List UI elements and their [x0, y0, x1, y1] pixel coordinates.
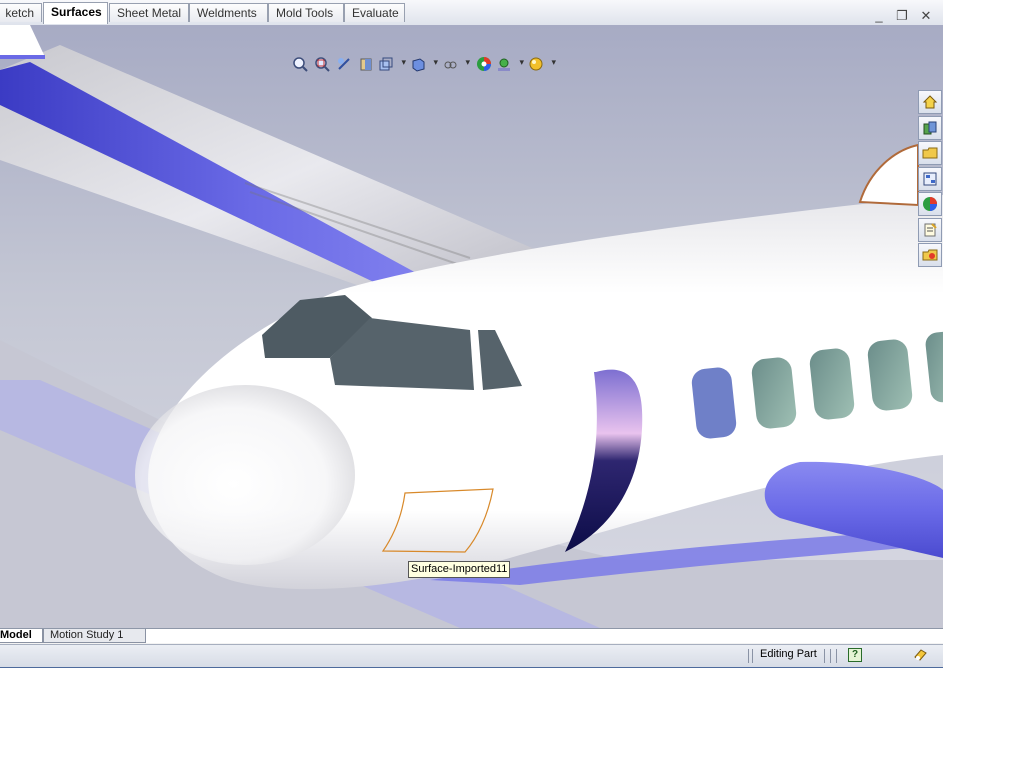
graphics-area[interactable]: Surface-Imported11 [0, 25, 943, 628]
tab-evaluate[interactable]: Evaluate [344, 3, 405, 22]
status-editing-part: Editing Part [760, 648, 817, 660]
command-manager-tabs: ketch Surfaces Sheet Metal Weldments Mol… [0, 0, 943, 26]
solidworks-window: ketch Surfaces Sheet Metal Weldments Mol… [0, 0, 943, 668]
status-separator [830, 649, 831, 663]
tab-mold-tools[interactable]: Mold Tools [268, 3, 344, 22]
file-explorer-icon[interactable] [918, 141, 942, 165]
apply-scene-icon[interactable] [496, 54, 526, 74]
status-bar: Editing Part ? [0, 644, 943, 668]
previous-view-icon[interactable] [334, 54, 354, 74]
close-button[interactable]: ✕ [917, 8, 935, 24]
zoom-to-fit-icon[interactable] [290, 54, 310, 74]
zoom-to-area-icon[interactable] [312, 54, 332, 74]
status-separator [836, 649, 837, 663]
edit-appearance-icon[interactable] [474, 54, 494, 74]
restore-button[interactable]: ❐ [893, 8, 911, 24]
appearances-scenes-icon[interactable] [918, 192, 942, 216]
view-palette-icon[interactable] [918, 166, 942, 191]
tab-weldments[interactable]: Weldments [189, 3, 268, 22]
model-motion-tabs: Model Motion Study 1 [0, 628, 943, 644]
tab-surfaces[interactable]: Surfaces [43, 2, 108, 24]
display-style-icon[interactable] [410, 54, 440, 74]
tab-motion-study-1[interactable]: Motion Study 1 [43, 629, 146, 643]
status-separator [752, 649, 753, 663]
tab-sheet-metal[interactable]: Sheet Metal [109, 3, 189, 22]
view-orientation-icon[interactable] [378, 54, 408, 74]
design-library-icon[interactable] [918, 115, 942, 140]
minimize-button[interactable]: _ [870, 8, 888, 24]
tab-sketch[interactable]: ketch [0, 3, 42, 22]
rebuild-icon[interactable] [912, 647, 928, 663]
solidworks-resources-icon[interactable] [918, 90, 942, 114]
view-settings-icon[interactable] [528, 54, 558, 74]
heads-up-view-toolbar [290, 53, 558, 75]
custom-properties-icon[interactable] [918, 217, 942, 242]
entity-tooltip: Surface-Imported11 [408, 561, 511, 578]
help-icon[interactable]: ? [848, 648, 862, 662]
tab-model[interactable]: Model [0, 629, 43, 643]
section-view-icon[interactable] [356, 54, 376, 74]
solidworks-forum-icon[interactable] [918, 243, 942, 267]
task-pane-tabs [918, 90, 942, 269]
airplane-model [0, 25, 943, 628]
hide-show-items-icon[interactable] [442, 54, 472, 74]
status-separator [824, 649, 825, 663]
status-separator [748, 649, 749, 663]
